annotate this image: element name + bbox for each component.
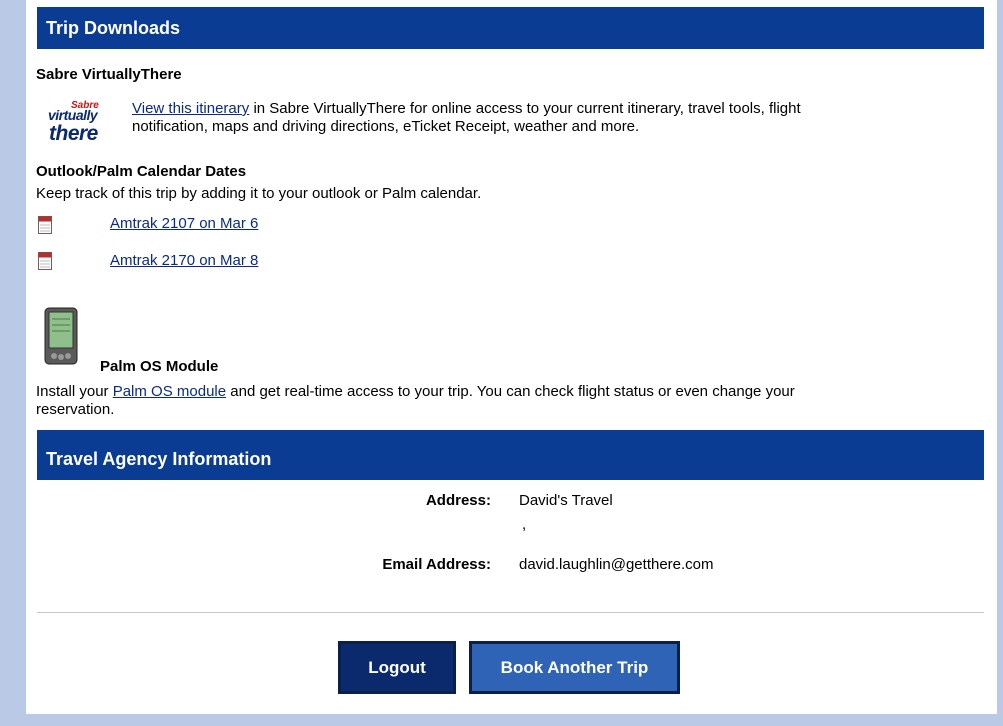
trip-downloads-title: Trip Downloads [46, 18, 181, 38]
travel-agency-title: Travel Agency Information [46, 449, 272, 469]
trip-downloads-header: Trip Downloads [37, 7, 984, 49]
address-label: Address: [425, 492, 491, 509]
calendar-icon [38, 252, 52, 270]
book-another-trip-button[interactable]: Book Another Trip [469, 641, 680, 694]
divider [37, 612, 984, 613]
travel-agency-header: Travel Agency Information [37, 430, 984, 480]
calendar-link-amtrak-2107[interactable]: Amtrak 2107 on Mar 6 [110, 215, 258, 232]
email-address-label: Email Address: [382, 556, 491, 573]
calendar-description: Keep track of this trip by adding it to … [36, 185, 482, 202]
address-value: David's Travel [519, 492, 613, 509]
palm-device-icon [44, 307, 78, 365]
calendar-link-amtrak-2170[interactable]: Amtrak 2170 on Mar 8 [110, 252, 258, 269]
view-itinerary-link[interactable]: View this itinerary [132, 100, 249, 117]
sabre-virtuallythere-logo: Sabre virtually there [48, 100, 99, 145]
address-line-2: , [522, 516, 527, 533]
palm-os-module-link[interactable]: Palm OS module [113, 383, 226, 400]
palm-os-heading: Palm OS Module [100, 358, 219, 375]
calendar-heading: Outlook/Palm Calendar Dates [36, 163, 247, 180]
palm-os-description: Install your Palm OS module and get real… [36, 383, 795, 418]
email-address-value: david.laughlin@getthere.com [519, 556, 714, 573]
page-panel: Trip Downloads Sabre VirtuallyThere Sabr… [26, 0, 997, 714]
virtuallythere-heading: Sabre VirtuallyThere [36, 66, 182, 83]
logout-button[interactable]: Logout [338, 641, 456, 694]
calendar-icon [38, 216, 52, 234]
virtuallythere-description: View this itinerary in Sabre VirtuallyTh… [132, 100, 801, 135]
